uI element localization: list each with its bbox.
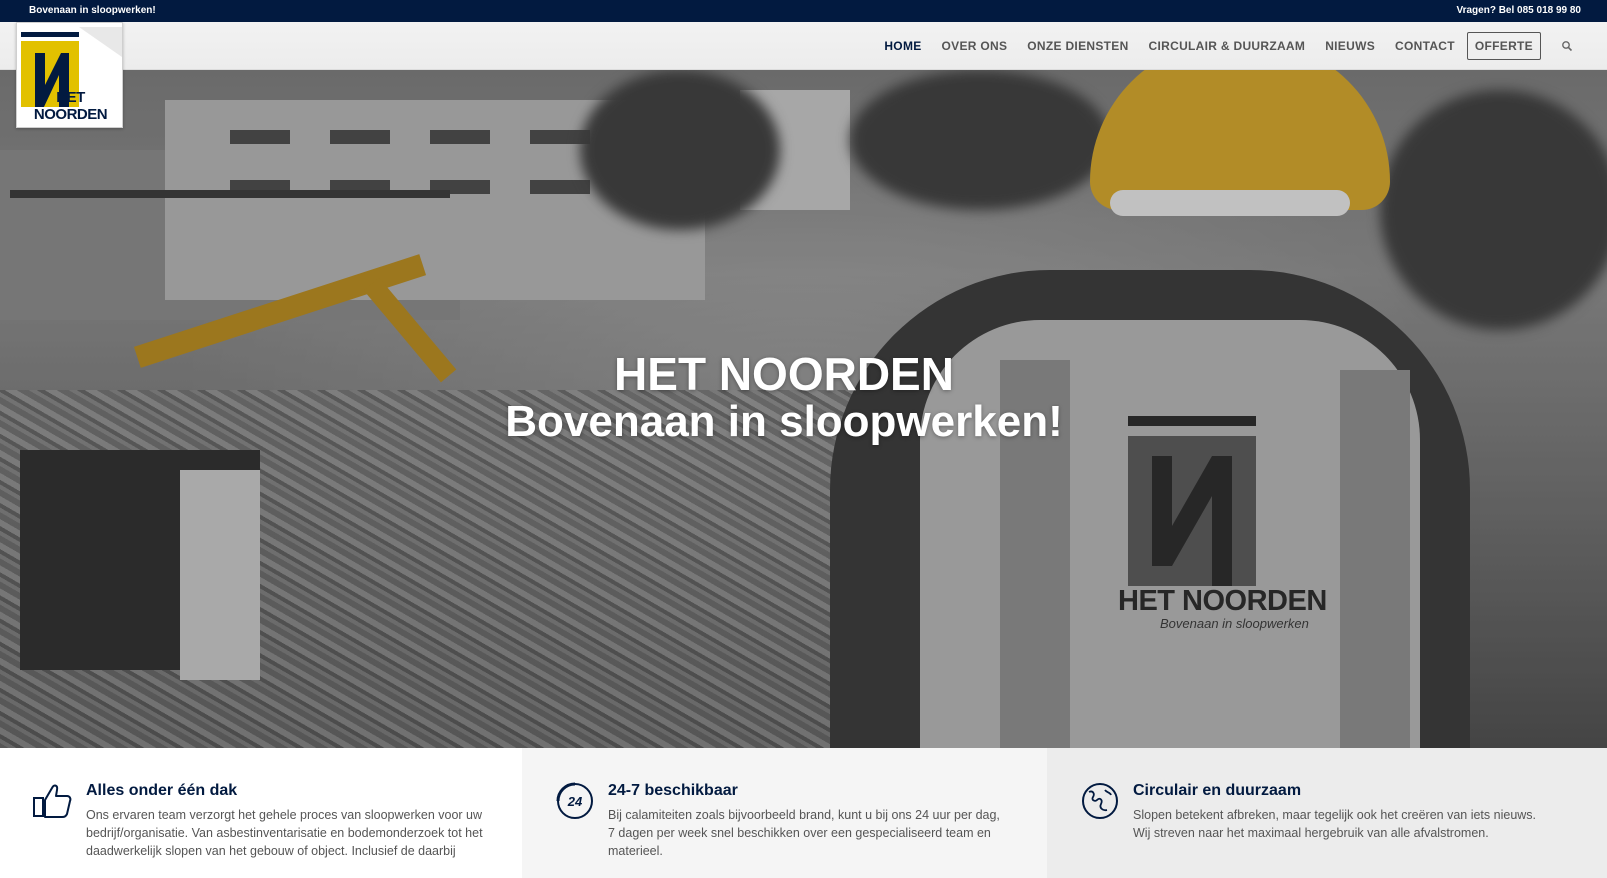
thumbs-up-icon <box>32 780 74 822</box>
nav-onze-diensten[interactable]: ONZE DIENSTEN <box>1027 39 1128 53</box>
logo[interactable]: HET NOORDEN <box>16 22 123 128</box>
features-row: Alles onder één dak Ons ervaren team ver… <box>0 748 1607 878</box>
hero-subtitle: Bovenaan in sloopwerken! <box>505 397 1063 446</box>
nav-contact[interactable]: CONTACT <box>1395 39 1455 53</box>
feature-description: Ons ervaren team verzorgt het gehele pro… <box>86 808 483 858</box>
feature-title: 24-7 beschikbaar <box>608 782 738 799</box>
24-7-icon: 24 <box>554 780 596 822</box>
main-menu: HOME OVER ONS ONZE DIENSTEN CIRCULAIR & … <box>864 22 1575 70</box>
nav-home[interactable]: HOME <box>884 39 921 53</box>
hero-title: HET NOORDEN <box>614 348 954 400</box>
feature-24-7-beschikbaar: 24 24-7 beschikbaar Bij calamiteiten zoa… <box>522 748 1047 878</box>
feature-circulair-en-duurzaam: Circulair en duurzaam Slopen betekent af… <box>1047 748 1607 878</box>
feature-title: Circulair en duurzaam <box>1133 782 1302 799</box>
feature-alles-onder-een-dak: Alles onder één dak Ons ervaren team ver… <box>0 748 522 878</box>
logo-text: HET NOORDEN <box>33 89 108 123</box>
search-icon[interactable] <box>1561 39 1575 53</box>
globe-icon <box>1079 780 1121 822</box>
top-bar: Bovenaan in sloopwerken! Vragen? Bel 085… <box>0 0 1607 22</box>
feature-description: Bij calamiteiten zoals bijvoorbeeld bran… <box>608 808 1000 858</box>
hero-heading: HET NOORDEN Bovenaan in sloopwerken! <box>0 350 1568 446</box>
svg-text:24: 24 <box>567 794 583 809</box>
nav-over-ons[interactable]: OVER ONS <box>942 39 1008 53</box>
contact-phone[interactable]: Vragen? Bel 085 018 99 80 <box>1456 5 1581 16</box>
offerte-button[interactable]: OFFERTE <box>1466 32 1541 60</box>
feature-description: Slopen betekent afbreken, maar tegelijk … <box>1133 808 1537 840</box>
nav-nieuws[interactable]: NIEUWS <box>1325 39 1375 53</box>
feature-title: Alles onder één dak <box>86 782 238 799</box>
nav-circulair-duurzaam[interactable]: CIRCULAIR & DUURZAAM <box>1149 39 1306 53</box>
tagline: Bovenaan in sloopwerken! <box>29 5 156 16</box>
